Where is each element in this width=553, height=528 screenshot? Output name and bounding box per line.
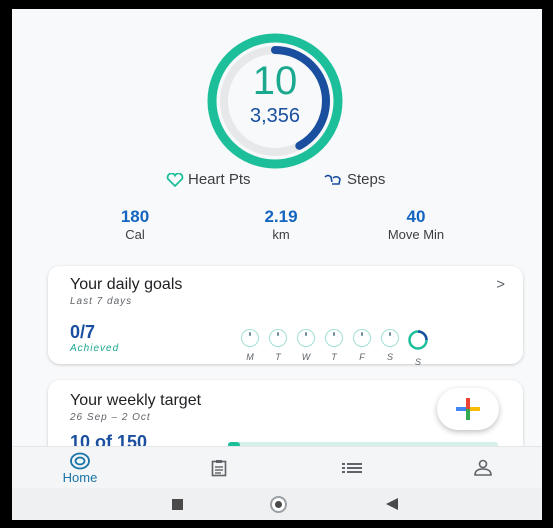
weekly-target-title: Your weekly target [70, 392, 202, 409]
activity-rings[interactable]: 10 3,356 [160, 31, 390, 171]
distance-label: km [272, 227, 290, 242]
daily-goals-card[interactable]: Your daily goals Last 7 days > 0/7 Achie… [48, 266, 523, 367]
chevron-right-icon[interactable]: > [496, 276, 505, 293]
steps-value: 3,356 [249, 105, 301, 127]
day-sunday: S [407, 329, 429, 367]
heart-points-text: Heart Pts [188, 171, 251, 188]
back-icon[interactable] [385, 498, 399, 510]
steps-label: Steps [323, 171, 385, 188]
home-icon [70, 452, 90, 469]
achieved-value: 0/7 [70, 322, 96, 342]
nav-home[interactable]: Home [50, 447, 110, 489]
weekly-target-subtitle: 26 Sep – 2 Oct [70, 412, 151, 423]
calories-value: 180 [120, 207, 150, 226]
browse-icon [342, 463, 362, 473]
move-min-label: Move Min [387, 227, 445, 242]
plus-icon [456, 398, 480, 420]
calories-label: Cal [125, 227, 145, 242]
home-system-icon[interactable] [270, 496, 287, 513]
calories-stat: 180 Cal [80, 207, 190, 242]
shoe-icon [324, 174, 341, 185]
day-ring-icon [353, 329, 371, 347]
nav-profile[interactable] [461, 447, 505, 489]
journal-icon [211, 460, 227, 477]
recents-icon[interactable] [172, 499, 183, 510]
day-ring-icon [241, 329, 259, 347]
daily-goals-title: Your daily goals [70, 276, 183, 293]
move-min-value: 40 [406, 207, 426, 226]
day-ring-icon [325, 329, 343, 347]
day-tuesday: T [267, 329, 289, 362]
steps-text: Steps [347, 171, 386, 188]
screen: 10 3,356 Heart Pts Steps 180 Cal 2.19 km… [12, 9, 542, 520]
distance-value: 2.19 [264, 207, 298, 226]
day-friday: F [351, 329, 373, 362]
nav-browse[interactable] [330, 447, 374, 489]
move-min-stat: 40 Move Min [355, 207, 477, 242]
system-navigation-bar [12, 488, 542, 520]
day-wednesday: W [295, 329, 317, 362]
heart-points-value: 10 [252, 59, 298, 103]
bottom-navigation: Home [12, 446, 542, 489]
nav-home-label: Home [62, 469, 98, 485]
profile-icon [474, 459, 492, 476]
today-ring-icon [408, 330, 428, 350]
day-monday: M [239, 329, 261, 362]
day-ring-icon [381, 329, 399, 347]
day-thursday: T [323, 329, 345, 362]
day-ring-icon [269, 329, 287, 347]
day-saturday: S [379, 329, 401, 362]
distance-stat: 2.19 km [226, 207, 336, 242]
day-ring-icon [297, 329, 315, 347]
nav-journal[interactable] [197, 447, 241, 489]
daily-goals-subtitle: Last 7 days [70, 296, 133, 307]
heart-icon [166, 172, 184, 187]
heart-points-label: Heart Pts [166, 171, 251, 188]
achieved-label: Achieved [70, 343, 120, 354]
add-button[interactable] [437, 388, 499, 430]
